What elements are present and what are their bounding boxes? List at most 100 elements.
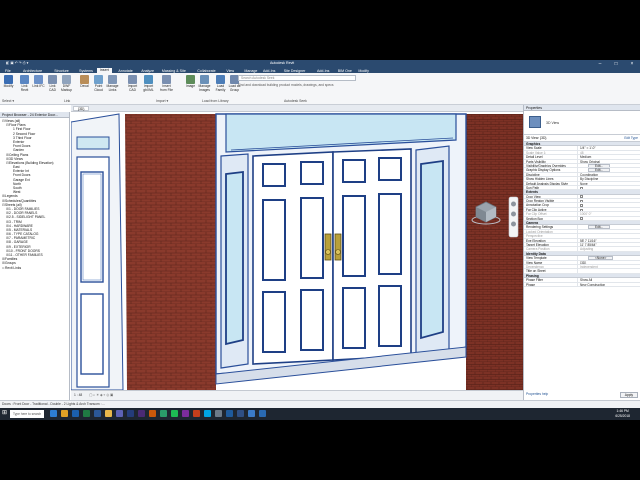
minimize-button[interactable]: – — [592, 60, 608, 68]
folder-icon[interactable] — [105, 410, 112, 417]
property-value[interactable] — [578, 203, 640, 207]
ribbon-button-label: Modify — [3, 84, 14, 88]
panel-select[interactable]: Select ▾ — [2, 99, 14, 103]
property-name: Default Analysis Display Style — [524, 181, 578, 185]
property-value[interactable]: Edit... — [578, 163, 640, 168]
property-checkbox[interactable] — [580, 204, 583, 207]
excel-icon[interactable] — [83, 410, 90, 417]
window-title: Autodesk Revit — [270, 61, 295, 65]
outlook-icon[interactable] — [72, 410, 79, 417]
word-icon[interactable] — [94, 410, 101, 417]
property-value[interactable] — [578, 208, 640, 212]
insert-from-file-button[interactable]: Insert from File — [160, 75, 173, 97]
property-value[interactable]: Medium — [578, 155, 640, 158]
decal-icon — [80, 75, 89, 84]
view-scale-label[interactable]: 1 : 48 — [74, 393, 82, 397]
property-name: View Name — [524, 260, 578, 264]
manage-links-button[interactable]: Manage Links — [106, 75, 119, 97]
view-control-icons[interactable]: ▢ ◐ ☀ ◈ ⌖ ◎ ▣ — [89, 393, 113, 397]
tree-item[interactable]: ∞Revit Links — [0, 266, 69, 270]
import-cad-button[interactable]: Import CAD — [126, 75, 139, 97]
property-checkbox[interactable] — [580, 195, 583, 199]
property-value[interactable]: 1/4" = 1'-0" — [578, 146, 640, 149]
revit-icon-2[interactable] — [237, 410, 244, 417]
property-checkbox[interactable] — [580, 208, 583, 212]
modify-button[interactable]: Modify — [2, 75, 15, 97]
property-value[interactable]: Show Original — [578, 160, 640, 163]
view-control-bar[interactable]: 1 : 48 ▢ ◐ ☀ ◈ ⌖ ◎ ▣ — [71, 390, 523, 400]
taskbar-search-input[interactable]: Type here to search — [10, 410, 44, 418]
windows-start-icon[interactable]: ⊞ — [2, 410, 8, 417]
store-icon[interactable] — [215, 410, 222, 417]
spotify-icon[interactable] — [171, 410, 178, 417]
property-value[interactable]: New Construction — [578, 283, 640, 286]
teams-icon[interactable] — [116, 410, 123, 417]
properties-help-link[interactable]: Properties help — [526, 392, 548, 396]
apply-button[interactable]: Apply — [619, 392, 638, 398]
image-button[interactable]: Image — [184, 75, 197, 97]
load-family-button[interactable]: Load Family — [214, 75, 227, 97]
property-value[interactable]: Show All — [578, 278, 640, 281]
close-button[interactable]: × — [624, 60, 640, 68]
3d-view-icon — [529, 116, 541, 128]
property-checkbox[interactable] — [580, 199, 583, 203]
manage-links-icon — [108, 75, 117, 84]
property-value[interactable]: By Discipline — [578, 177, 640, 180]
navigation-bar[interactable] — [508, 196, 519, 238]
link-cad-button[interactable]: Link CAD — [46, 75, 59, 97]
property-value[interactable]: {3D} — [578, 261, 640, 264]
property-edit-button[interactable]: <None> — [588, 256, 614, 260]
property-checkbox[interactable] — [580, 217, 583, 221]
decal-button[interactable]: Decal — [78, 75, 91, 97]
powerpoint-icon[interactable] — [193, 410, 200, 417]
property-value[interactable]: Edit... — [578, 168, 640, 172]
premiere-icon[interactable] — [138, 410, 145, 417]
property-edit-button[interactable]: Edit... — [588, 225, 611, 229]
property-value[interactable]: Edit... — [578, 225, 640, 229]
type-selector[interactable]: 3D View — [524, 111, 640, 135]
dwf-markup-icon — [62, 75, 71, 84]
property-value[interactable] — [578, 199, 640, 203]
property-edit-button[interactable]: Edit... — [588, 168, 611, 172]
chrome-icon[interactable] — [61, 410, 68, 417]
dwf-markup-button[interactable]: DWF Markup — [60, 75, 73, 97]
property-value[interactable] — [578, 269, 640, 272]
property-name: Parts Visibility — [524, 159, 578, 163]
edge-icon[interactable] — [50, 410, 57, 417]
import-gbxml-button[interactable]: Import gbXML — [142, 75, 155, 97]
property-value: 48 — [580, 150, 584, 155]
property-value[interactable] — [578, 217, 640, 221]
maximize-button[interactable]: □ — [608, 60, 624, 68]
point-cloud-button[interactable]: Point Cloud — [92, 75, 105, 97]
panel-import[interactable]: Import ▾ — [156, 99, 168, 103]
3d-viewport[interactable] — [71, 112, 523, 390]
manage-images-icon — [200, 75, 209, 84]
link-ifc-button[interactable]: Link IFC — [32, 75, 45, 97]
instance-selector[interactable]: 3D View: {3D} Edit Type — [524, 135, 640, 142]
camtasia-icon[interactable] — [160, 410, 167, 417]
property-value[interactable]: Coordination — [578, 173, 640, 176]
system-clock[interactable]: 1:46 PM 6/25/2018 — [615, 409, 630, 418]
property-value[interactable]: 58' 7 11/16" — [578, 239, 640, 242]
mail-icon[interactable] — [248, 410, 255, 417]
edit-type-button[interactable]: Edit Type — [624, 135, 638, 142]
manage-images-button[interactable]: Manage Images — [198, 75, 211, 97]
property-value[interactable]: 11' 7 85/64" — [578, 243, 640, 246]
seek-search-input[interactable]: Search Autodesk Seek — [238, 75, 356, 81]
calendar-icon[interactable] — [259, 410, 266, 417]
revit-icon[interactable] — [226, 410, 233, 417]
quick-access-toolbar[interactable]: ◧ ▣ ↶ ↷ ⎙ ▾ — [6, 61, 29, 65]
photoshop-icon[interactable] — [127, 410, 134, 417]
property-checkbox[interactable] — [580, 186, 583, 190]
onenote-icon[interactable] — [182, 410, 189, 417]
illustrator-icon[interactable] — [149, 410, 156, 417]
property-value[interactable] — [578, 195, 640, 199]
link-revit-button[interactable]: Link Revit — [18, 75, 31, 97]
property-value[interactable] — [578, 186, 640, 190]
property-value[interactable]: <None> — [578, 256, 640, 260]
property-name: Detail Level — [524, 155, 578, 159]
property-edit-button[interactable]: Edit... — [588, 163, 611, 168]
view-tab-3d[interactable]: {3D} — [73, 106, 90, 111]
skype-icon[interactable] — [204, 410, 211, 417]
property-value[interactable]: None — [578, 182, 640, 185]
